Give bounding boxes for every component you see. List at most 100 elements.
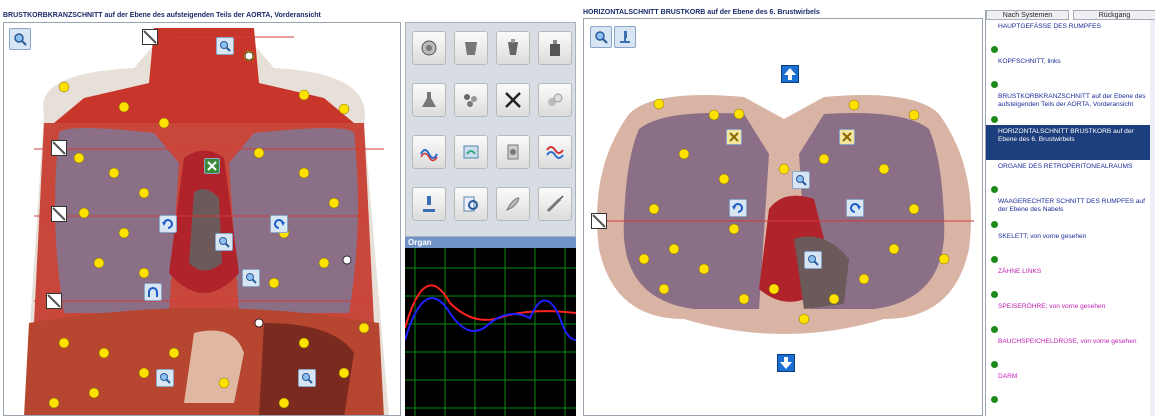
organ-list: HAUPTGEFÄSSE DES RUMPFES KOPFSCHNITT, lin… <box>986 20 1155 405</box>
organ-zoom-aorta[interactable] <box>242 269 260 287</box>
tool-button-feather[interactable] <box>496 187 530 221</box>
bottle-icon <box>550 40 560 56</box>
tool-button-microscope[interactable] <box>412 187 446 221</box>
magnifier-icon <box>246 273 257 284</box>
x-mark-icon <box>729 132 739 142</box>
organ-list-item-label: DARM <box>998 373 1018 380</box>
left-pane: BRUSTKORBKRANZSCHNITT auf der Ebene des … <box>0 0 576 416</box>
tool-button-flask[interactable] <box>412 83 446 117</box>
tool-button-cup[interactable] <box>454 31 488 65</box>
tool-panel <box>405 22 576 237</box>
organ-list-item[interactable]: SPEISERÖHRE; von vorne gesehen <box>986 300 1155 335</box>
anatomy-image-coronal[interactable] <box>3 22 401 416</box>
flask-icon <box>422 92 436 107</box>
organ-zoom-heart[interactable] <box>792 171 810 189</box>
rotate-arrow-icon <box>850 203 861 213</box>
tool-button-cells[interactable] <box>538 83 572 117</box>
move-up-button[interactable] <box>781 65 799 83</box>
organ-list-item-label: KOPFSCHNITT, links <box>998 58 1061 65</box>
organ-list-item[interactable]: HORIZONTALSCHNITT BRUSTKORB auf der Eben… <box>986 125 1155 160</box>
organ-graph-label: Organ <box>405 237 576 248</box>
syringe-icon <box>546 195 564 213</box>
organ-list-item[interactable]: SKELETT; von vorne gesehen <box>986 230 1155 265</box>
status-dot-icon <box>991 116 998 123</box>
organ-list-item[interactable]: ZÄHNE LINKS <box>986 265 1155 300</box>
organ-list-item-label: BAUCHSPEICHELDRÜSE, von vorne gesehen <box>998 338 1137 345</box>
organ-zoom-stomach[interactable] <box>298 369 316 387</box>
tool-button-zoom-tool[interactable] <box>454 187 488 221</box>
tool-button-organ-tool[interactable] <box>496 135 530 169</box>
rotate-arrow-icon <box>162 219 173 229</box>
slice-marker-middle[interactable] <box>51 206 67 222</box>
rotate-right-button[interactable] <box>270 215 288 233</box>
status-dot-icon <box>991 81 998 88</box>
wave-pen-icon <box>420 149 438 162</box>
organ-tool-icon <box>507 144 519 160</box>
organ-list-item[interactable]: HAUPTGEFÄSSE DES RUMPFES <box>986 20 1155 55</box>
tool-button-body-scan[interactable] <box>454 135 488 169</box>
organ-list-item-label: SPEISERÖHRE; von vorne gesehen <box>998 303 1106 310</box>
tool-button-wave-pen[interactable] <box>412 135 446 169</box>
organ-zoom-neck[interactable] <box>216 37 234 55</box>
organ-list-item[interactable]: ORGANE DES RETROPERITONEALRAUMS <box>986 160 1155 195</box>
rotate-arrow-icon <box>274 219 285 229</box>
tool-button-target[interactable] <box>412 31 446 65</box>
organ-list-item[interactable]: BAUCHSPEICHELDRÜSE, von vorne gesehen <box>986 335 1155 370</box>
magnifier-icon <box>219 237 230 248</box>
tool-button-close-x[interactable] <box>496 83 530 117</box>
cup-icon <box>465 42 477 55</box>
organ-list-item-label: ZÄHNE LINKS <box>998 268 1042 275</box>
organ-list-sidebar: Nach Systemen Rückgang HAUPTGEFÄSSE DES … <box>985 10 1155 416</box>
status-dot-icon <box>991 291 998 298</box>
diagonal-slash-icon <box>52 141 66 155</box>
organ-signal-graph <box>404 248 576 416</box>
organ-list-item[interactable]: DARM <box>986 370 1155 405</box>
tool-button-spectrum[interactable] <box>538 135 572 169</box>
status-dot-icon <box>991 361 998 368</box>
tool-button-dots[interactable] <box>454 83 488 117</box>
rotate-right-button[interactable] <box>846 199 864 217</box>
move-down-button[interactable] <box>777 354 795 372</box>
arch-button[interactable] <box>144 283 162 301</box>
anatomy-image-horizontal[interactable] <box>583 18 983 416</box>
organ-list-item[interactable]: WAAGERECHTER SCHNITT DES RUMPFES auf der… <box>986 195 1155 230</box>
organ-list-item-label: BRUSTKORBKRANZSCHNITT auf der Ebene des … <box>998 93 1146 108</box>
target-icon <box>421 40 437 56</box>
rotate-left-button[interactable] <box>729 199 747 217</box>
zoom-magnifier-button[interactable] <box>9 28 31 50</box>
zoom-tool-icon <box>463 196 478 212</box>
organ-list-item[interactable]: KOPFSCHNITT, links <box>986 55 1155 90</box>
organ-zoom-liver[interactable] <box>156 369 174 387</box>
slice-marker-top[interactable] <box>142 29 158 45</box>
magnifier-icon <box>302 373 313 384</box>
cells-icon <box>548 93 563 106</box>
zoom-magnifier-button[interactable] <box>590 26 612 48</box>
organ-select-right-lung[interactable] <box>839 129 855 145</box>
rotate-left-button[interactable] <box>159 215 177 233</box>
left-view-title: BRUSTKORBKRANZSCHNITT auf der Ebene des … <box>3 12 321 19</box>
sidebar-scrollbar[interactable] <box>1150 20 1155 416</box>
feather-icon <box>505 197 520 211</box>
tool-button-syringe[interactable] <box>538 187 572 221</box>
organ-select-thymus[interactable] <box>204 158 220 174</box>
organ-list-item[interactable]: BRUSTKORBKRANZSCHNITT auf der Ebene des … <box>986 90 1155 125</box>
diagonal-slash-icon <box>143 30 157 44</box>
slice-marker-upper[interactable] <box>51 140 67 156</box>
rotate-arrow-icon <box>732 203 743 213</box>
organ-list-item-label: SKELETT; von vorne gesehen <box>998 233 1087 240</box>
tool-button-bottle[interactable] <box>538 31 572 65</box>
magnifier-icon <box>796 175 807 186</box>
back-button[interactable]: Rückgang <box>1073 10 1155 20</box>
spectrum-icon <box>546 146 564 159</box>
organ-select-left-lung[interactable] <box>726 129 742 145</box>
slice-marker-lower[interactable] <box>46 293 62 309</box>
tool-button-vessel[interactable] <box>496 31 530 65</box>
diagonal-slash-icon <box>592 214 606 228</box>
by-systems-button[interactable]: Nach Systemen <box>986 10 1069 20</box>
organ-zoom-heart[interactable] <box>215 233 233 251</box>
organ-list-item-label: HAUPTGEFÄSSE DES RUMPFES <box>998 23 1101 30</box>
slice-marker[interactable] <box>591 213 607 229</box>
microscope-button[interactable] <box>614 26 636 48</box>
status-dot-icon <box>991 221 998 228</box>
organ-zoom-esophagus[interactable] <box>804 251 822 269</box>
